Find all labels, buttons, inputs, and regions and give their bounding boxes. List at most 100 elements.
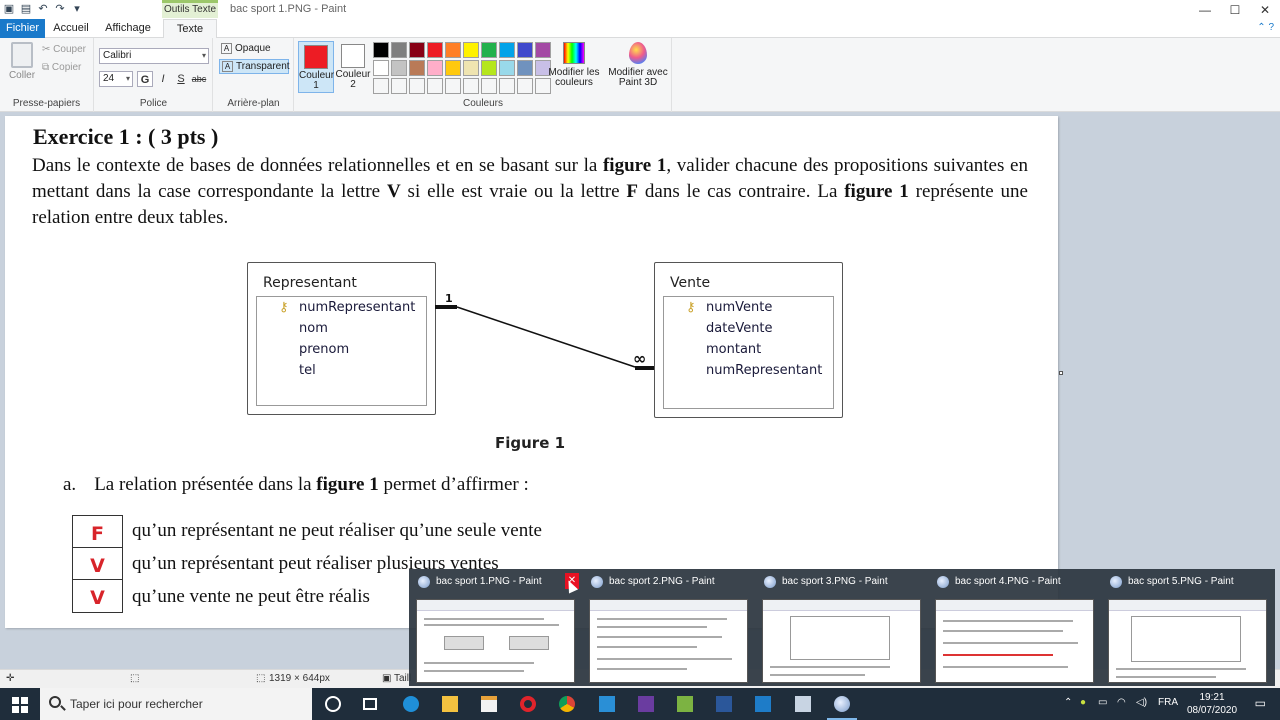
redo-icon[interactable]: ↷	[53, 2, 67, 16]
volume-icon[interactable]: ◁)	[1136, 697, 1147, 708]
opaque-button[interactable]: A Opaque	[219, 42, 289, 57]
strikethrough-button[interactable]: abc	[191, 71, 207, 87]
palette-swatch[interactable]	[391, 42, 407, 58]
ribbon-tabs: Fichier Accueil Affichage Texte ⌃ ?	[0, 19, 1280, 38]
palette-swatch[interactable]	[373, 60, 389, 76]
image-canvas[interactable]: Exercice 1 : ( 3 pts ) Dans le contexte …	[5, 116, 1058, 628]
background-group: A Opaque A Transparent Arrière-plan	[214, 38, 294, 112]
clock[interactable]: 19:21 08/07/2020	[1184, 691, 1240, 717]
chevron-up-icon[interactable]: ⌃	[1064, 697, 1072, 708]
maximize-icon[interactable]: ☐	[1220, 0, 1250, 20]
bold-button[interactable]: G	[137, 71, 153, 87]
field-name: tel	[299, 363, 316, 378]
intro-text: dans le cas contraire. La	[638, 181, 845, 202]
file-explorer-icon[interactable]	[431, 688, 469, 720]
chrome-icon[interactable]	[548, 688, 586, 720]
palette-swatch[interactable]	[409, 78, 425, 94]
color2-button[interactable]: Couleur 2	[335, 41, 371, 93]
palette-swatch[interactable]	[499, 42, 515, 58]
edit-colors-button[interactable]: Modifier les couleurs	[547, 41, 601, 88]
network-icon[interactable]: ◠	[1117, 697, 1126, 708]
italic-button[interactable]: I	[155, 71, 171, 87]
underline-button[interactable]: S	[173, 71, 189, 87]
palette-swatch[interactable]	[481, 60, 497, 76]
app-tray-icon[interactable]: ●	[1080, 697, 1086, 708]
snipping-icon[interactable]	[784, 688, 822, 720]
window-preview[interactable]: bac sport 2.PNG - Paint	[582, 569, 755, 686]
font-size-select[interactable]: 24 ▾	[99, 71, 133, 87]
customize-qat-icon[interactable]: ▾	[70, 2, 84, 16]
language-indicator[interactable]: FRA	[1158, 697, 1178, 708]
tab-view[interactable]: Affichage	[100, 19, 156, 38]
palette-swatch[interactable]	[481, 42, 497, 58]
transparent-label: Transparent	[236, 61, 290, 72]
edge-icon[interactable]	[392, 688, 430, 720]
paste-button[interactable]: Coller	[8, 42, 36, 81]
table-vente: Vente ⚷ numVente dateVente montant numRe…	[654, 262, 843, 418]
palette-swatch[interactable]	[427, 42, 443, 58]
close-icon[interactable]: ✕	[1250, 0, 1280, 20]
copy-button[interactable]: ⧉ Copier	[42, 62, 81, 73]
battery-icon[interactable]: ▭	[1098, 697, 1107, 708]
opera-icon[interactable]	[509, 688, 547, 720]
transparent-button[interactable]: A Transparent	[219, 59, 290, 74]
minimize-icon[interactable]: —	[1190, 0, 1220, 20]
palette-swatch[interactable]	[499, 60, 515, 76]
window-preview[interactable]: bac sport 5.PNG - Paint	[1101, 569, 1274, 686]
window-preview[interactable]: bac sport 4.PNG - Paint	[928, 569, 1101, 686]
window-preview[interactable]: bac sport 1.PNG - Paint ✕	[409, 569, 582, 686]
palette-swatch[interactable]	[463, 78, 479, 94]
palette-swatch[interactable]	[427, 78, 443, 94]
canvas-resize-handle[interactable]	[1059, 371, 1063, 375]
palette-swatch[interactable]	[391, 78, 407, 94]
palette-swatch[interactable]	[445, 60, 461, 76]
field-name: dateVente	[706, 321, 773, 336]
cut-button[interactable]: ✂ Couper	[42, 44, 86, 55]
palette-swatch[interactable]	[445, 78, 461, 94]
undo-icon[interactable]: ↶	[36, 2, 50, 16]
photos-icon[interactable]	[744, 688, 782, 720]
app-icon[interactable]	[666, 688, 704, 720]
palette-swatch[interactable]	[481, 78, 497, 94]
preview-thumbnail	[589, 599, 748, 683]
palette-swatch[interactable]	[373, 78, 389, 94]
task-view-icon[interactable]	[352, 688, 390, 720]
tab-file[interactable]: Fichier	[0, 19, 45, 38]
save-icon[interactable]: ▤	[19, 2, 33, 16]
visual-studio-icon[interactable]	[627, 688, 665, 720]
tab-text[interactable]: Texte	[163, 19, 217, 38]
start-button[interactable]	[0, 688, 40, 720]
mail-icon[interactable]	[588, 688, 626, 720]
palette-swatch[interactable]	[409, 42, 425, 58]
tab-home[interactable]: Accueil	[48, 19, 94, 38]
window-preview[interactable]: bac sport 3.PNG - Paint	[755, 569, 928, 686]
paint3d-button[interactable]: Modifier avec Paint 3D	[606, 41, 670, 88]
taskbar-search-box[interactable]: Taper ici pour rechercher	[40, 688, 312, 720]
help-icon[interactable]: ⌃ ?	[1257, 22, 1274, 33]
palette-swatch[interactable]	[373, 42, 389, 58]
font-family-select[interactable]: Calibri ▾	[99, 48, 209, 64]
paint3d-icon	[629, 42, 647, 64]
palette-swatch[interactable]	[427, 60, 443, 76]
color1-button[interactable]: Couleur 1	[298, 41, 334, 93]
paint-app-icon[interactable]: ▣	[2, 2, 16, 16]
palette-swatch[interactable]	[517, 60, 533, 76]
search-icon	[49, 696, 61, 708]
color1-label: Couleur 1	[299, 70, 335, 91]
palette-swatch[interactable]	[517, 42, 533, 58]
question-a: a. La relation présentée dans la figure 1…	[63, 474, 529, 496]
palette-swatch[interactable]	[499, 78, 515, 94]
word-icon[interactable]	[705, 688, 743, 720]
cortana-icon[interactable]	[314, 688, 352, 720]
palette-swatch[interactable]	[391, 60, 407, 76]
palette-swatch[interactable]	[463, 60, 479, 76]
palette-swatch[interactable]	[463, 42, 479, 58]
palette-swatch[interactable]	[445, 42, 461, 58]
preview-thumbnail	[762, 599, 921, 683]
palette-swatch[interactable]	[517, 78, 533, 94]
paint-taskbar-icon[interactable]	[823, 688, 861, 720]
clipboard-group: Coller ✂ Couper ⧉ Copier Presse-papiers	[0, 38, 94, 112]
palette-swatch[interactable]	[409, 60, 425, 76]
store-icon[interactable]	[470, 688, 508, 720]
notifications-icon[interactable]: ▭	[1255, 696, 1266, 710]
